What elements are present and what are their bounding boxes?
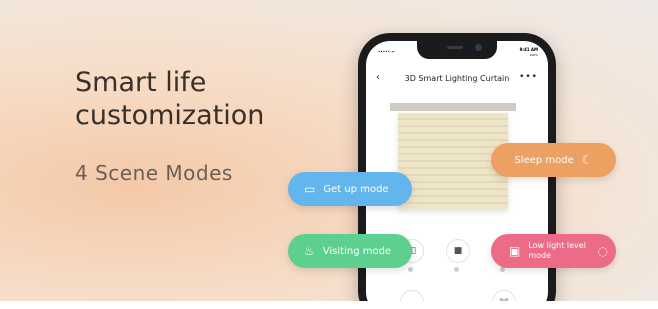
tilt-down-button[interactable]: ︾ (492, 290, 516, 309)
headline: Smart life customization (75, 67, 265, 131)
dim-light-icon: ▣ (509, 244, 521, 258)
toggle-ring-icon: ◌ (597, 244, 608, 258)
bed-icon: ▭ (304, 182, 316, 196)
scene-visiting-mode[interactable]: ♨ Visiting mode (288, 234, 412, 268)
scene-label: Get up mode (323, 183, 389, 195)
curtain-stop-button[interactable]: ■ (446, 239, 470, 263)
indicator-dot (454, 267, 459, 272)
phone-notch (417, 41, 497, 59)
scene-low-light-mode[interactable]: ▣ Low light level mode ◌ (491, 234, 616, 268)
tilt-up-button[interactable]: ︽ (400, 290, 424, 309)
moon-icon: ☾ (581, 153, 593, 167)
scene-label: Low light level mode (528, 241, 586, 260)
scene-label: Visiting mode (322, 245, 392, 257)
camera-icon (475, 44, 482, 51)
curtain-rail (390, 103, 516, 111)
status-time: 9:41 AM (519, 47, 538, 52)
double-chevron-up-icon: ︽ (407, 298, 417, 309)
promo-banner: Smart life customization 4 Scene Modes •… (0, 0, 658, 309)
speaker-grille (447, 46, 463, 49)
scene-label: Sleep mode (514, 154, 574, 166)
stop-icon: ■ (453, 246, 463, 256)
double-chevron-down-icon: ︾ (499, 298, 509, 309)
scene-sleep-mode[interactable]: Sleep mode ☾ (491, 143, 616, 177)
guest-icon: ♨ (304, 244, 315, 258)
battery-status: 100% (529, 53, 538, 57)
more-dots-icon[interactable]: ••• (519, 72, 538, 82)
subline: 4 Scene Modes (75, 161, 233, 185)
signal-icon: ••••• ᯤ (378, 49, 395, 54)
scene-get-up-mode[interactable]: ▭ Get up mode (288, 172, 412, 206)
indicator-dot (408, 267, 413, 272)
